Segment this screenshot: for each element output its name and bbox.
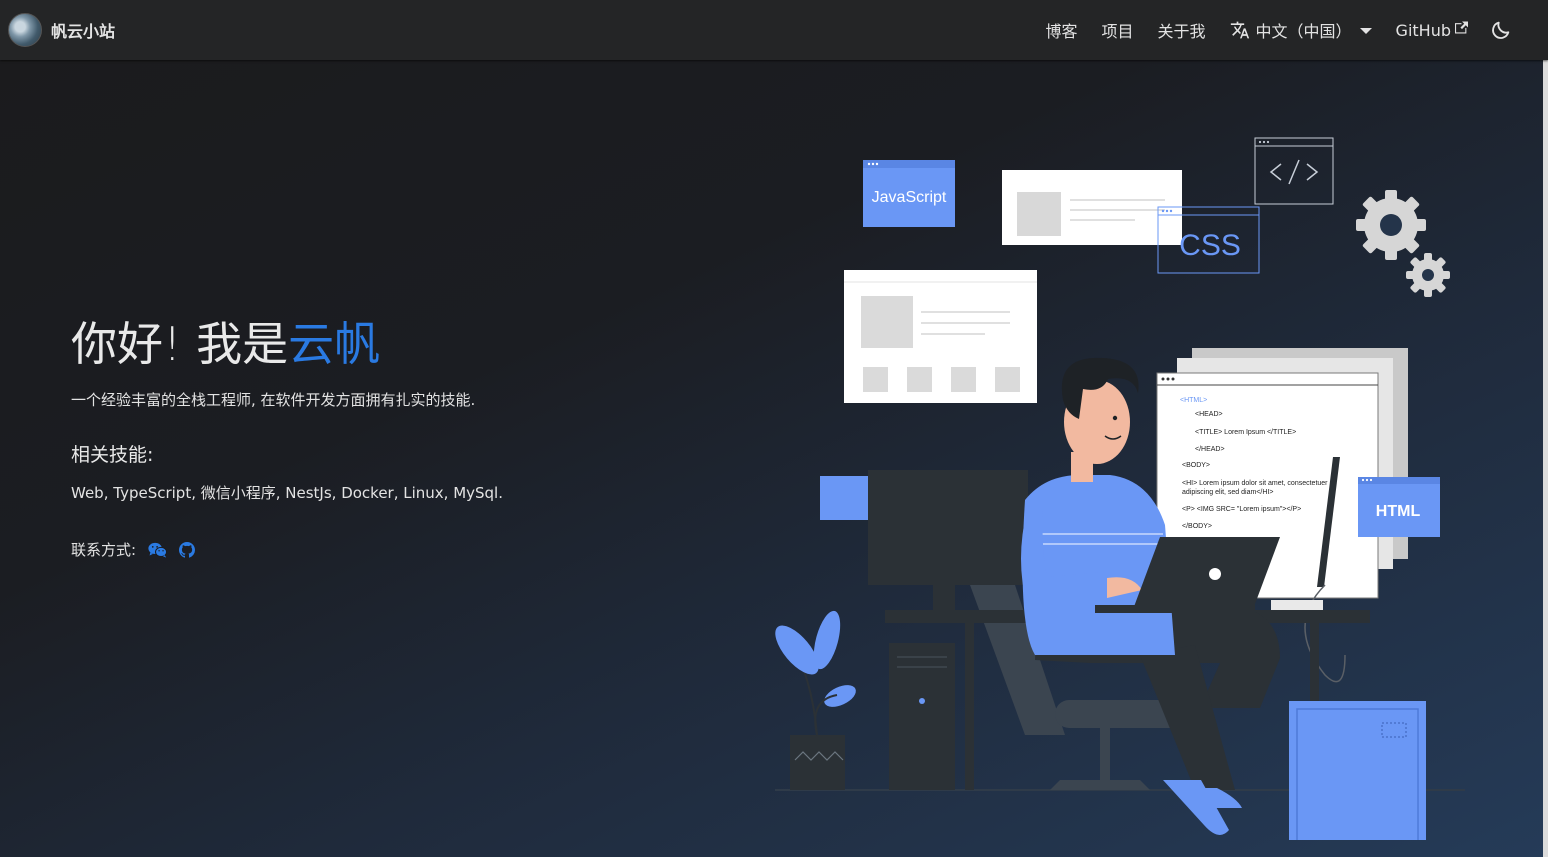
browser-window-left <box>844 270 1037 403</box>
github-link-label: GitHub <box>1395 20 1451 40</box>
avatar <box>8 13 42 47</box>
code-line: <BODY> <box>1182 462 1210 469</box>
code-line: </HEAD> <box>1195 446 1225 453</box>
contact-row: 联系方式: <box>71 539 671 560</box>
theme-toggle-button[interactable] <box>1490 19 1512 41</box>
code-line: <TITLE> Lorem Ipsum </TITLE> <box>1195 429 1296 436</box>
code-line: <HTML> <box>1180 397 1207 404</box>
small-blue-card <box>820 476 868 520</box>
hero-section: 你好! 我是云帆 一个经验丰富的全栈工程师, 在软件开发方面拥有扎实的技能. 相… <box>0 60 1548 857</box>
language-icon <box>1230 21 1249 39</box>
developer-illustration: JavaScript CSS <HTML> <HEAD> <TITLE> Lor… <box>775 137 1465 840</box>
nav-link-blog[interactable]: 博客 <box>1045 18 1077 42</box>
html-card-label: HTML <box>1376 503 1421 520</box>
code-line: <HI> Lorem ipsum dolor sit amet, consect… <box>1182 480 1328 487</box>
code-line: adipiscing elit, sed diam</HI> <box>1182 489 1273 496</box>
hero-title: 你好! 我是云帆 <box>71 315 671 373</box>
skills-list: Web, TypeScript, 微信小程序, NestJs, Docker, … <box>71 484 503 502</box>
language-label: 中文（中国） <box>1255 22 1352 41</box>
nav-right: 博客 项目 关于我 中文（中国） GitHub <box>1045 18 1512 42</box>
moon-icon <box>1492 21 1510 39</box>
wechat-icon <box>148 542 168 558</box>
code-line: </BODY> <box>1182 523 1212 530</box>
nav-link-projects[interactable]: 项目 <box>1102 18 1134 42</box>
skills-title: 相关技能: <box>71 444 154 466</box>
github-link[interactable]: GitHub <box>1396 21 1468 40</box>
javascript-card-label: JavaScript <box>872 189 947 206</box>
chevron-down-icon <box>1359 28 1372 34</box>
plant <box>775 610 856 790</box>
hero-greeting: 你好! 我是 <box>71 317 289 371</box>
nav-link-about[interactable]: 关于我 <box>1158 18 1206 42</box>
github-icon <box>179 541 196 558</box>
language-dropdown[interactable]: 中文（中国） <box>1230 18 1372 42</box>
contact-label: 联系方式: <box>71 541 137 559</box>
hero-text: 你好! 我是云帆 一个经验丰富的全栈工程师, 在软件开发方面拥有扎实的技能. 相… <box>71 315 671 560</box>
hero-name: 云帆 <box>288 317 381 371</box>
gear-icon <box>1356 190 1450 297</box>
code-line: <HEAD> <box>1195 411 1223 418</box>
browser-window-top <box>1002 170 1182 245</box>
javascript-card: JavaScript <box>863 160 955 227</box>
cabinet <box>1289 701 1426 840</box>
html-card: HTML <box>1358 477 1440 537</box>
css-card-label: CSS <box>1179 229 1241 262</box>
brand-link[interactable]: 帆云小站 <box>8 13 115 47</box>
github-contact-link[interactable] <box>179 541 196 558</box>
external-link-icon <box>1455 21 1468 33</box>
navbar: 帆云小站 博客 项目 关于我 中文（中国） GitHub <box>0 0 1548 60</box>
hero-subtitle: 一个经验丰富的全栈工程师, 在软件开发方面拥有扎实的技能. <box>71 391 476 409</box>
wechat-link[interactable] <box>148 542 168 558</box>
code-line: <P> <IMG SRC= "Lorem ipsum"></P> <box>1182 506 1301 513</box>
desktop-tower <box>889 643 955 790</box>
brand-title: 帆云小站 <box>51 22 116 41</box>
code-tag-window <box>1254 137 1334 205</box>
